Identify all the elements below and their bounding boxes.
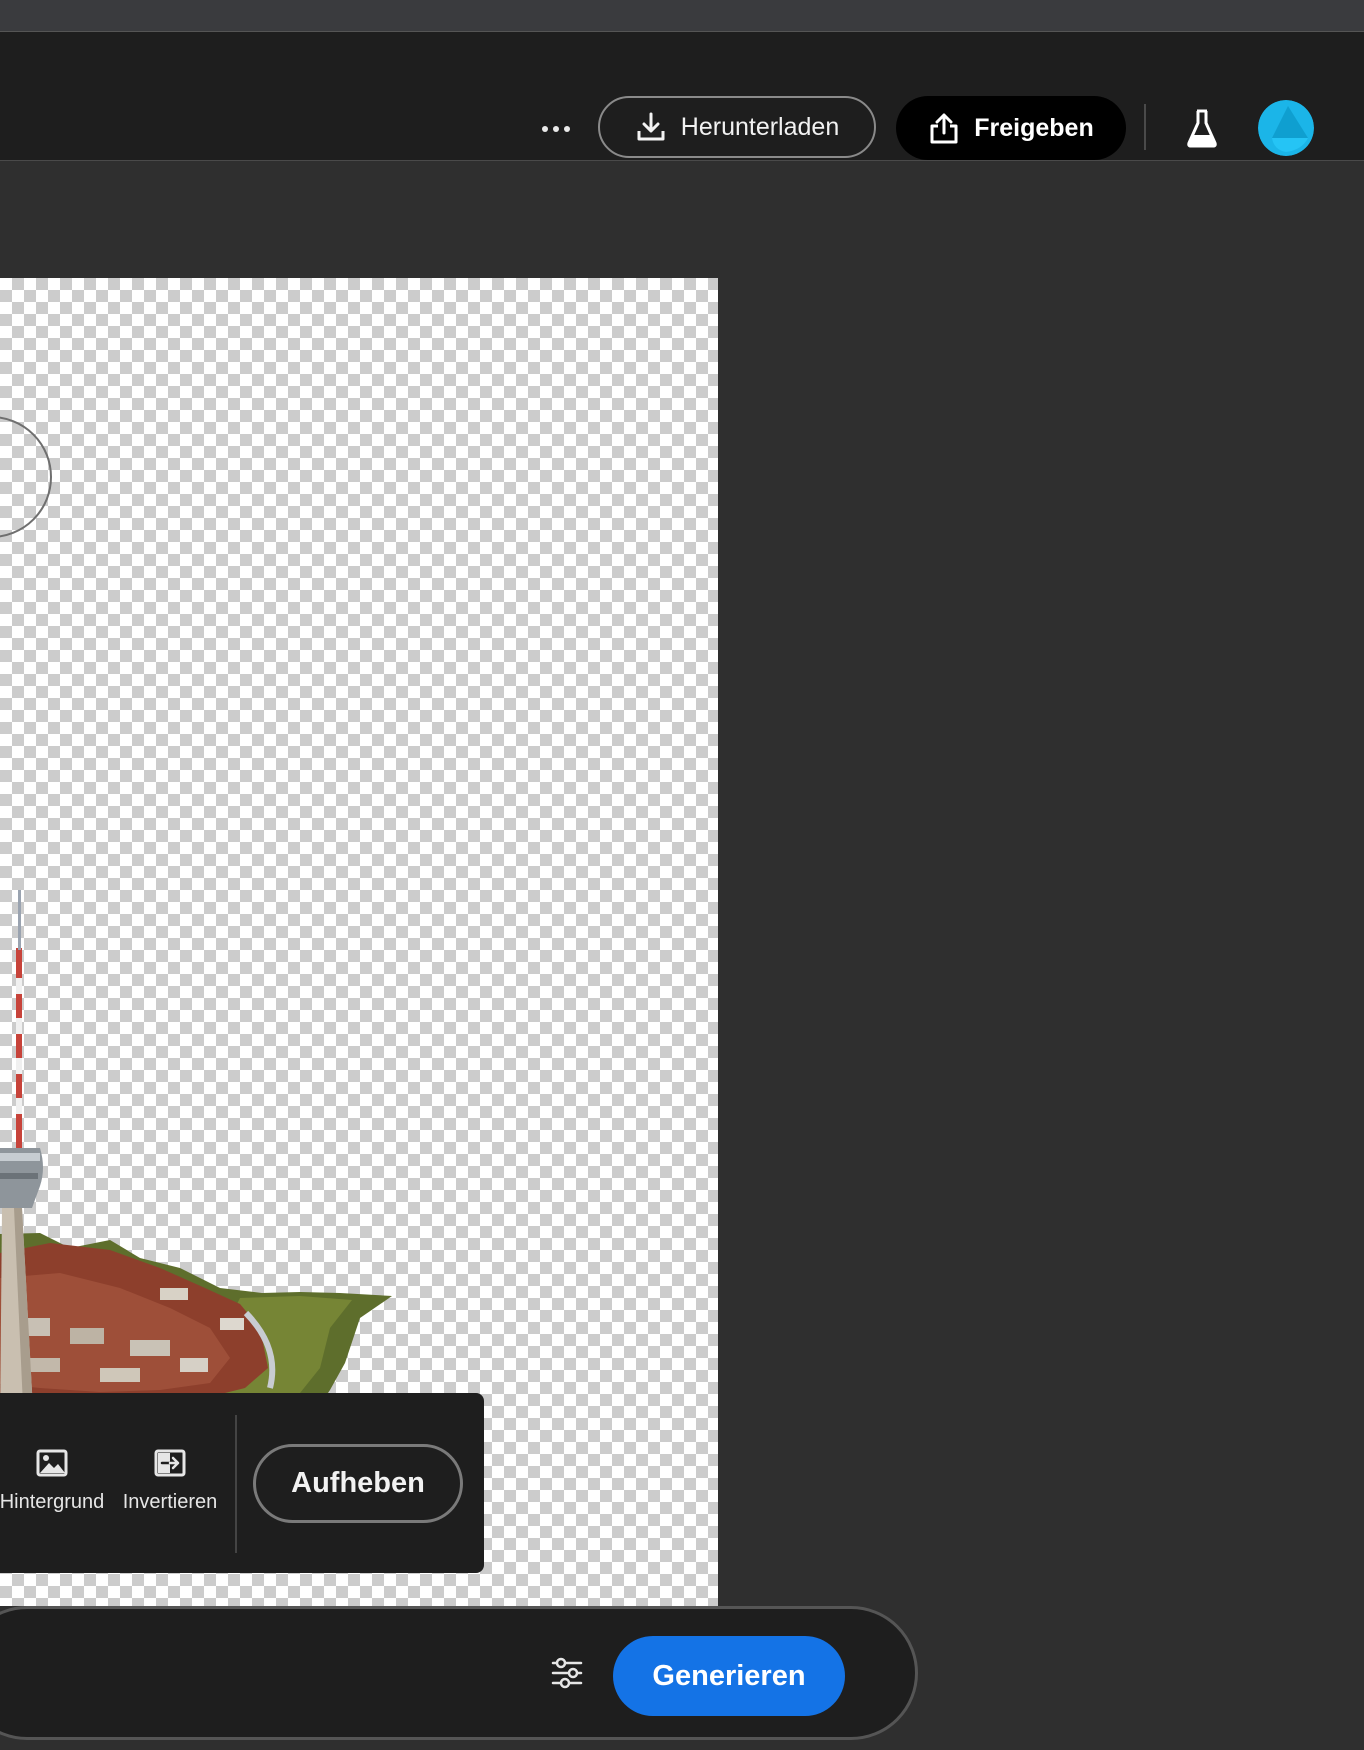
invert-selection-icon xyxy=(154,1449,186,1477)
generation-settings-button[interactable] xyxy=(543,1649,591,1697)
app-header: Herunterladen Freigeben xyxy=(0,32,1364,161)
avatar-image xyxy=(1258,100,1314,156)
more-options-button[interactable] xyxy=(534,110,578,148)
ellipsis-dot xyxy=(564,126,570,132)
download-icon xyxy=(637,112,665,141)
invert-selection-label: Invertieren xyxy=(122,1491,218,1513)
brush-cursor xyxy=(0,416,52,538)
ellipsis-dot xyxy=(553,126,559,132)
selection-toolbar: Hintergrund Invertieren Aufheben xyxy=(0,1393,484,1573)
share-icon xyxy=(930,113,958,144)
download-button[interactable]: Herunterladen xyxy=(598,96,876,158)
toolbar-divider xyxy=(235,1415,237,1553)
image-icon xyxy=(36,1449,68,1477)
cutout-subject-image xyxy=(0,890,392,1448)
share-label: Freigeben xyxy=(974,113,1094,142)
sliders-icon xyxy=(551,1657,583,1689)
prompt-bar: Generieren xyxy=(0,1606,918,1740)
download-label: Herunterladen xyxy=(680,112,840,141)
deselect-button[interactable]: Aufheben xyxy=(253,1444,463,1523)
select-background-label: Hintergrund xyxy=(0,1491,105,1513)
flask-icon xyxy=(1187,109,1217,148)
header-divider xyxy=(1144,104,1146,150)
select-background-button[interactable]: Hintergrund xyxy=(0,1449,114,1514)
invert-selection-button[interactable]: Invertieren xyxy=(118,1449,222,1514)
generate-button[interactable]: Generieren xyxy=(613,1636,845,1716)
labs-button[interactable] xyxy=(1180,104,1224,152)
browser-top-bar xyxy=(0,0,1364,32)
avatar[interactable] xyxy=(1258,100,1314,156)
share-button[interactable]: Freigeben xyxy=(896,96,1126,160)
ellipsis-icon xyxy=(542,126,548,132)
